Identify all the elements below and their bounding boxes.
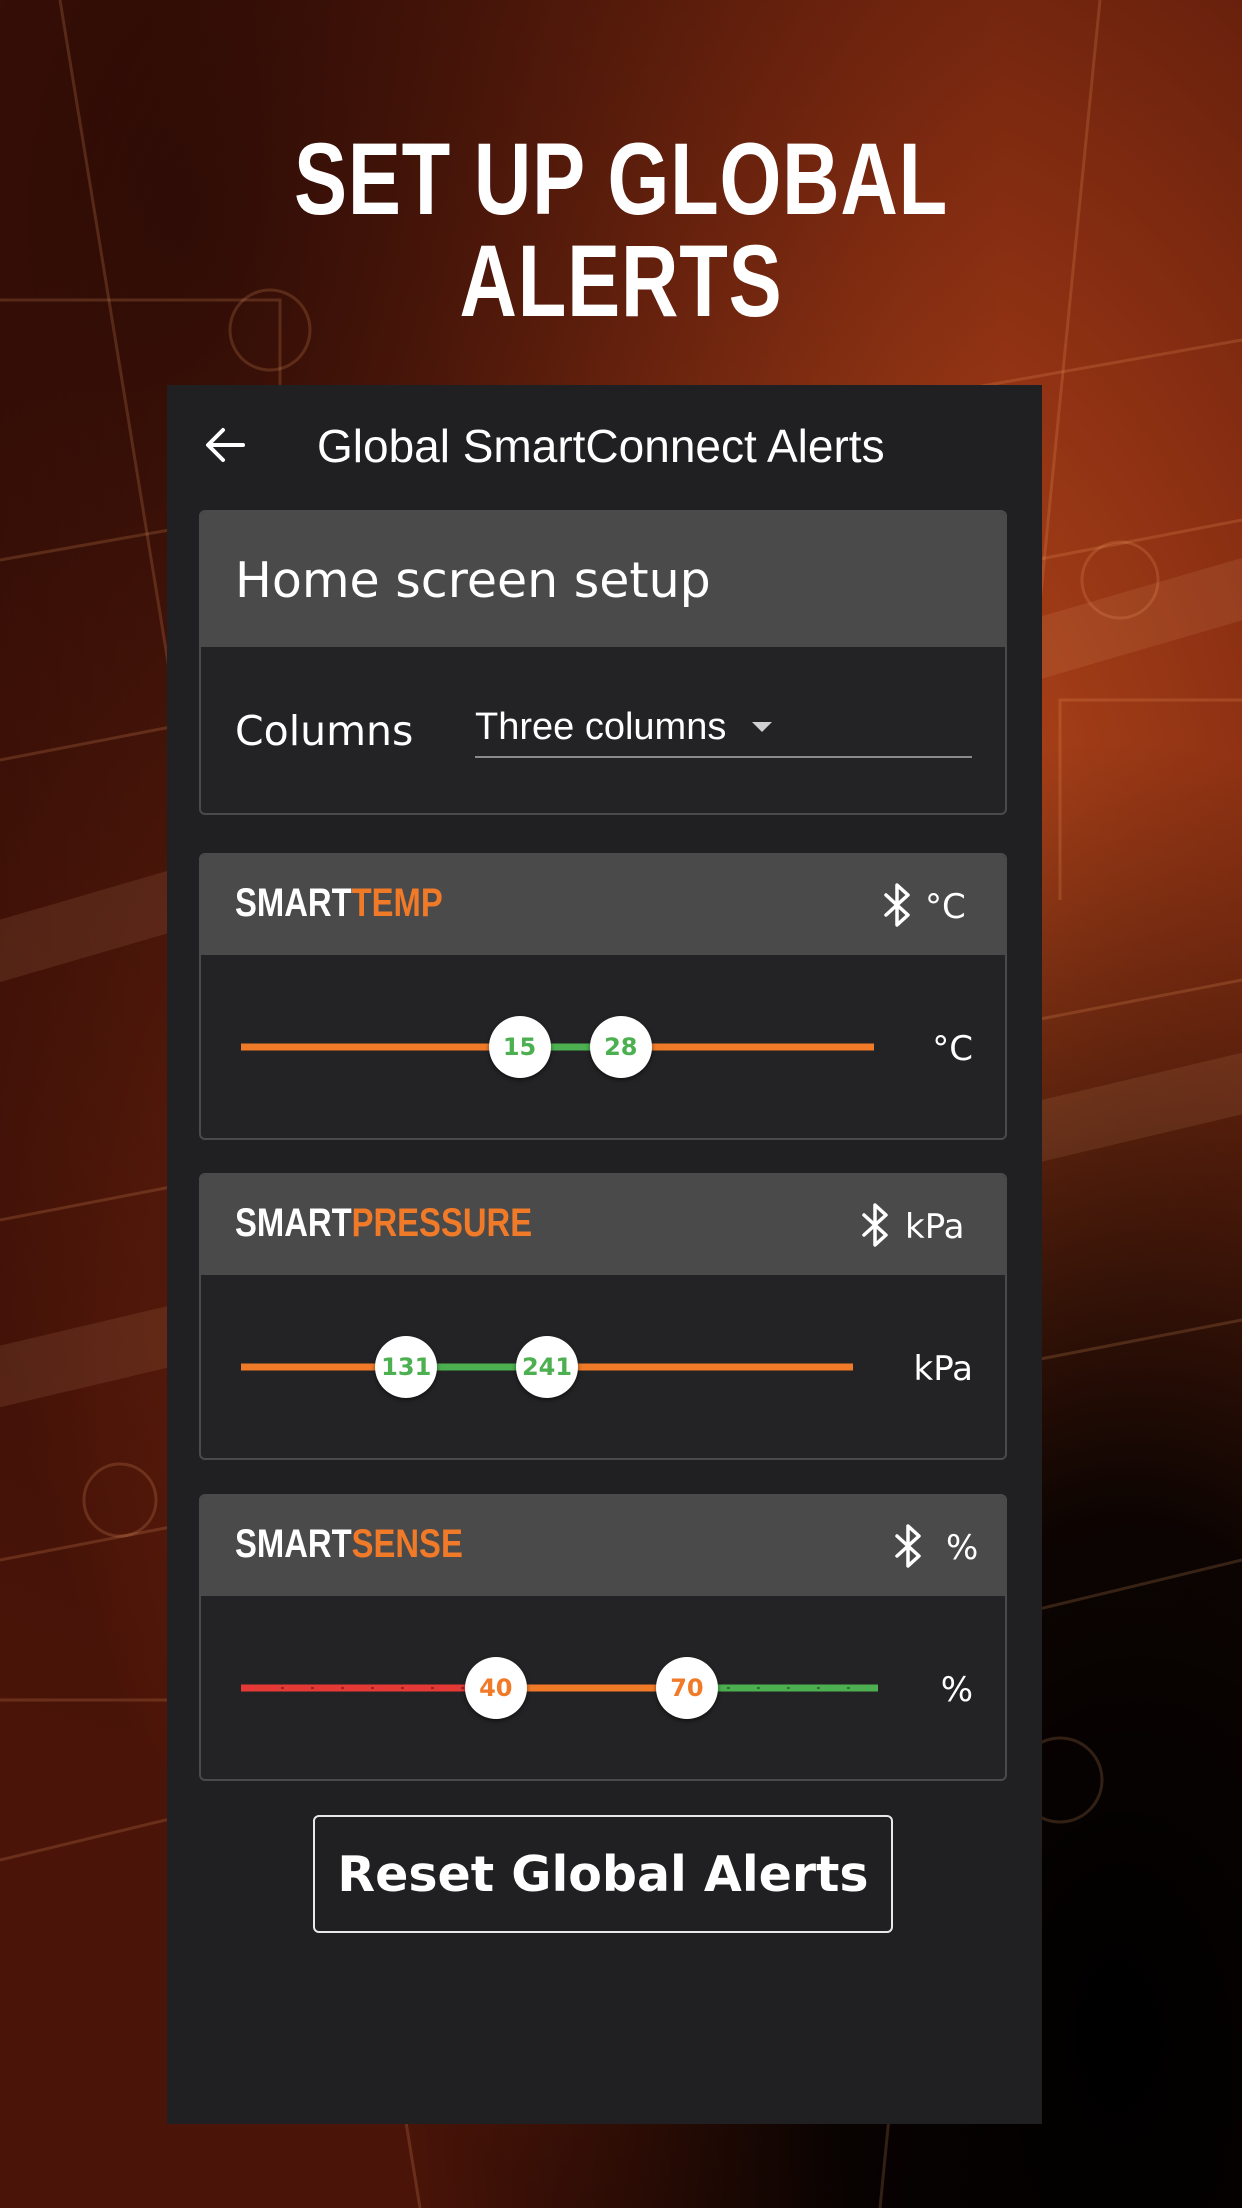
home-setup-header: Home screen setup bbox=[201, 512, 1005, 647]
reset-global-alerts-button[interactable]: Reset Global Alerts bbox=[313, 1815, 893, 1933]
app-bar-title: Global SmartConnect Alerts bbox=[317, 420, 885, 472]
smarttemp-logo: SMARTTEMP bbox=[235, 881, 443, 925]
track-tick bbox=[786, 1687, 790, 1689]
slider-track bbox=[241, 1363, 853, 1371]
high-threshold-knob[interactable]: 28 bbox=[589, 1016, 652, 1078]
low-threshold-knob[interactable]: 131 bbox=[375, 1336, 438, 1398]
smartpressure-header-unit: kPa bbox=[905, 1207, 965, 1247]
low-threshold-knob[interactable]: 15 bbox=[488, 1016, 551, 1078]
smartsense-range-slider[interactable]: % 40 70 bbox=[201, 1596, 1005, 1779]
smarttemp-card: SMARTTEMP °C °C 15 28 bbox=[199, 853, 1007, 1140]
columns-label: Columns bbox=[235, 707, 414, 755]
high-threshold-knob[interactable]: 241 bbox=[516, 1336, 578, 1398]
columns-dropdown-value: Three columns bbox=[475, 706, 727, 748]
slider-track bbox=[241, 1684, 878, 1692]
track-tick bbox=[846, 1687, 850, 1689]
low-threshold-knob[interactable]: 40 bbox=[464, 1657, 527, 1719]
track-tick bbox=[726, 1687, 730, 1689]
smartpressure-range-slider[interactable]: kPa 131 241 bbox=[201, 1275, 1005, 1458]
track-tick bbox=[401, 1687, 404, 1689]
caret-down-icon bbox=[752, 722, 772, 732]
bluetooth-icon bbox=[862, 1203, 888, 1247]
track-tick bbox=[371, 1687, 374, 1689]
page-headline: SET UP GLOBAL ALERTS bbox=[293, 122, 949, 338]
track-tick bbox=[816, 1687, 820, 1689]
track-tick bbox=[461, 1687, 464, 1689]
smartpressure-header: SMARTPRESSURE kPa bbox=[201, 1175, 1005, 1275]
track-tick bbox=[431, 1687, 434, 1689]
app-screen: Global SmartConnect Alerts Home screen s… bbox=[167, 385, 1042, 2124]
arrow-left-icon[interactable] bbox=[203, 423, 247, 467]
smartpressure-unit-label: kPa bbox=[913, 1349, 974, 1389]
track-tick bbox=[281, 1687, 284, 1689]
columns-dropdown[interactable]: Three columns bbox=[475, 696, 972, 758]
home-setup-title: Home screen setup bbox=[235, 552, 711, 609]
smarttemp-header: SMARTTEMP °C bbox=[201, 855, 1005, 955]
smartsense-card: SMARTSENSE % % 40 70 bbox=[199, 1494, 1007, 1781]
smartsense-unit-label: % bbox=[940, 1670, 973, 1710]
high-threshold-knob[interactable]: 70 bbox=[655, 1657, 718, 1719]
smarttemp-unit-label: °C bbox=[932, 1029, 973, 1069]
smarttemp-header-unit: °C bbox=[925, 887, 966, 927]
app-bar: Global SmartConnect Alerts bbox=[167, 385, 1042, 507]
smartpressure-card: SMARTPRESSURE kPa kPa 131 241 bbox=[199, 1173, 1007, 1460]
track-tick bbox=[756, 1687, 760, 1689]
track-tick bbox=[341, 1687, 344, 1689]
smartsense-header: SMARTSENSE % bbox=[201, 1496, 1005, 1596]
bluetooth-icon bbox=[884, 883, 910, 927]
smartsense-logo: SMARTSENSE bbox=[235, 1522, 463, 1566]
smarttemp-range-slider[interactable]: °C 15 28 bbox=[201, 955, 1005, 1138]
smartpressure-logo: SMARTPRESSURE bbox=[235, 1201, 533, 1245]
home-setup-card: Home screen setup Columns Three columns bbox=[199, 510, 1007, 815]
track-tick bbox=[311, 1687, 314, 1689]
bluetooth-icon bbox=[895, 1524, 921, 1568]
smartsense-header-unit: % bbox=[946, 1528, 979, 1568]
